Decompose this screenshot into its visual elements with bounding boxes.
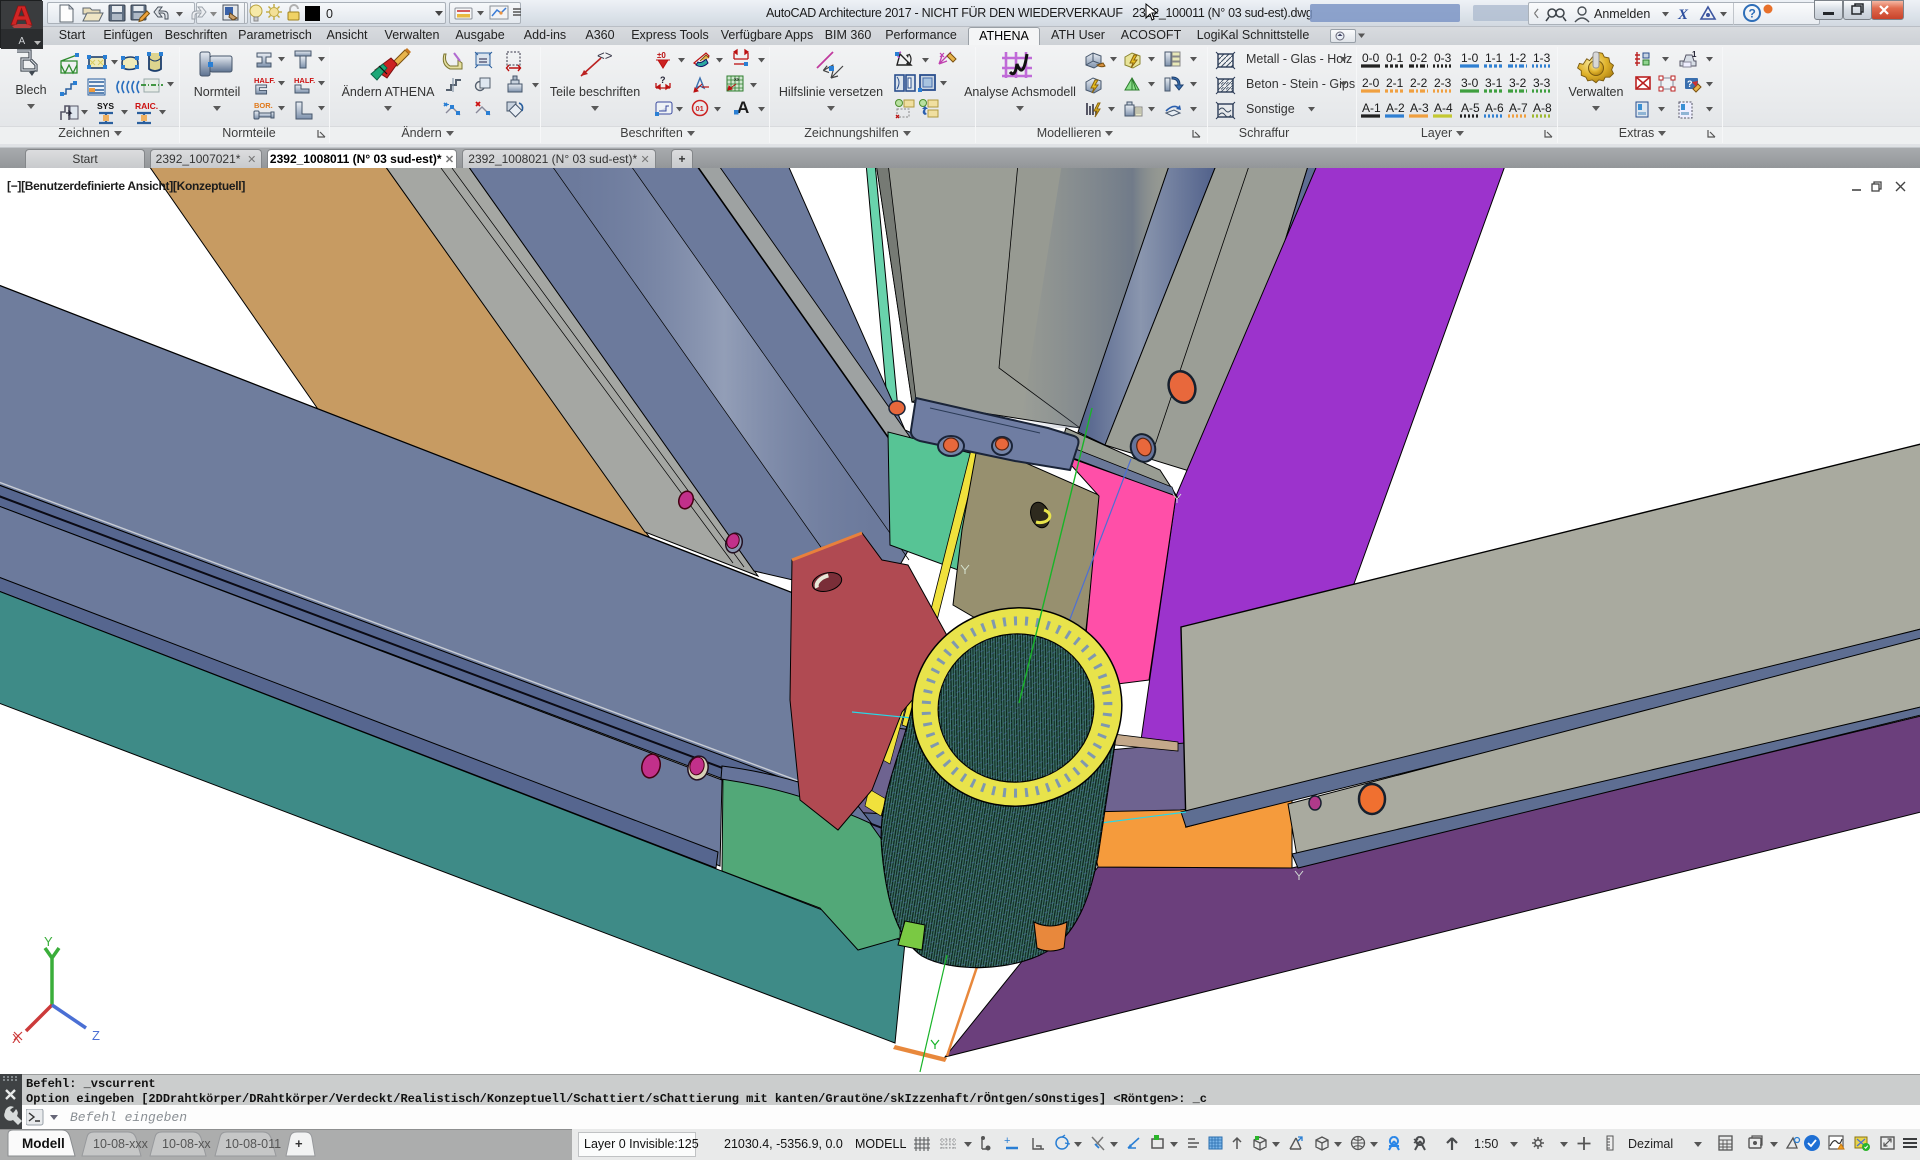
svg-text:A-7: A-7 (1509, 101, 1528, 115)
svg-text:Z: Z (92, 1028, 100, 1043)
svg-text:RAIC.: RAIC. (135, 101, 158, 111)
svg-text:A-6: A-6 (1485, 101, 1504, 115)
svg-text:0-0: 0-0 (1362, 51, 1380, 65)
svg-text:X: X (1677, 7, 1689, 23)
svg-text:0-3: 0-3 (1434, 51, 1452, 65)
svg-text:1-0: 1-0 (1461, 51, 1479, 65)
svg-text:2-1: 2-1 (1386, 76, 1404, 90)
svg-text:1-2: 1-2 (1509, 51, 1527, 65)
svg-text:+: + (295, 1136, 303, 1151)
svg-text:Modell: Modell (22, 1136, 65, 1151)
svg-text:Dezimal: Dezimal (1628, 1137, 1673, 1151)
svg-text:A-1: A-1 (1362, 101, 1381, 115)
svg-text:A: A (737, 98, 749, 117)
svg-text:10-08-xx: 10-08-xx (162, 1137, 211, 1151)
svg-text:2-2: 2-2 (1410, 76, 1428, 90)
svg-text:+: + (1004, 1135, 1010, 1147)
svg-text:10-08-011: 10-08-011 (225, 1137, 281, 1151)
svg-text:3-0: 3-0 (1461, 76, 1479, 90)
svg-text:A-4: A-4 (1434, 101, 1453, 115)
svg-text:SYS: SYS (97, 101, 114, 111)
svg-text:Sonstige: Sonstige (1246, 102, 1295, 116)
svg-text:3-1: 3-1 (1485, 76, 1503, 90)
svg-text:0-2: 0-2 (1410, 51, 1428, 65)
svg-text:?: ? (1687, 79, 1693, 89)
svg-text:Anmelden: Anmelden (1594, 7, 1650, 21)
svg-text:01: 01 (696, 104, 704, 113)
svg-text:?: ? (660, 75, 666, 85)
svg-text:Metall - Glas - Holz: Metall - Glas - Holz (1246, 52, 1352, 66)
svg-text:10-08-xxx: 10-08-xxx (93, 1137, 149, 1151)
svg-text:±0: ±0 (657, 51, 666, 60)
svg-text:?: ? (1749, 7, 1756, 21)
svg-text:<>: <> (597, 49, 613, 64)
svg-text:1:50: 1:50 (1474, 1137, 1498, 1151)
svg-text:A-3: A-3 (1410, 101, 1429, 115)
svg-text:BOR.: BOR. (254, 101, 273, 110)
svg-text:X: X (12, 1031, 21, 1046)
svg-text:A-8: A-8 (1533, 101, 1552, 115)
svg-text:xx: xx (734, 77, 740, 83)
svg-text:HALF.: HALF. (294, 76, 315, 85)
svg-text:A: A (19, 36, 26, 47)
svg-text:HALF.: HALF. (254, 76, 275, 85)
svg-text:2-3: 2-3 (1434, 76, 1452, 90)
svg-text:A-5: A-5 (1461, 101, 1480, 115)
svg-text:1-1: 1-1 (1485, 51, 1503, 65)
svg-text:0-1: 0-1 (1386, 51, 1404, 65)
svg-text:1-3: 1-3 (1533, 51, 1551, 65)
svg-text:3-2: 3-2 (1509, 76, 1527, 90)
svg-text:1: 1 (1692, 50, 1697, 59)
svg-text:3-3: 3-3 (1533, 76, 1551, 90)
svg-text:Y: Y (44, 934, 53, 949)
svg-text:2-0: 2-0 (1362, 76, 1380, 90)
svg-text:A-2: A-2 (1386, 101, 1405, 115)
svg-text:Beton - Stein - Gips: Beton - Stein - Gips (1246, 77, 1355, 91)
